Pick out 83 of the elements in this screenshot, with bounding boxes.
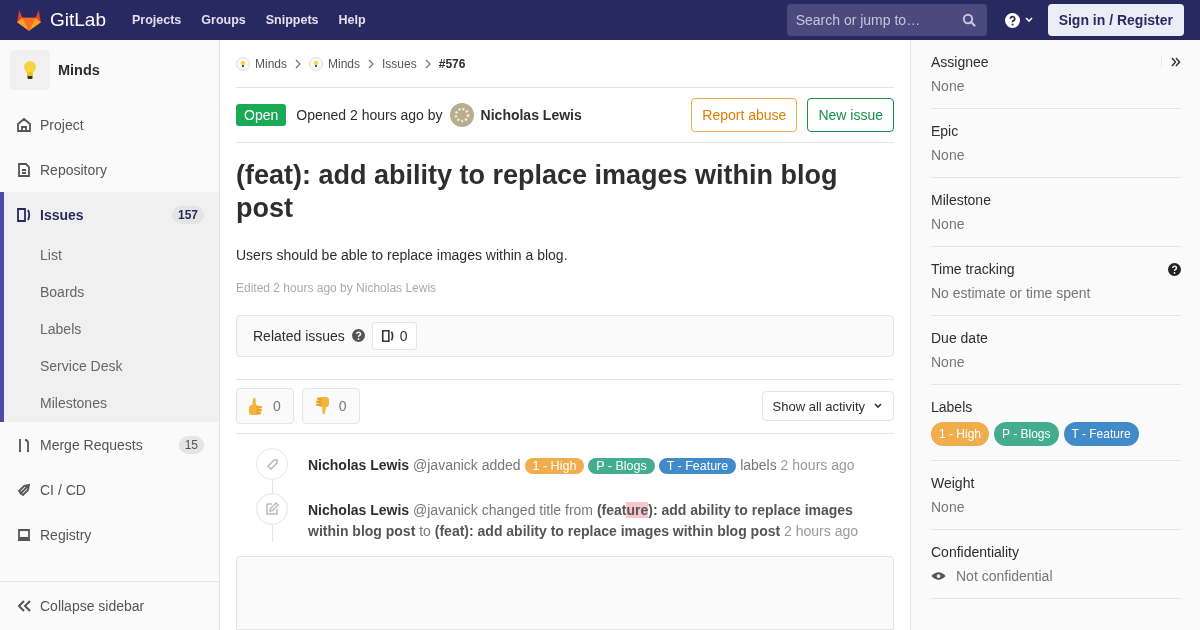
breadcrumb-link[interactable]: Minds [309, 56, 361, 71]
lightbulb-icon [309, 56, 323, 71]
registry-icon [16, 526, 32, 543]
sidebar-item[interactable]: CI / CD [0, 467, 219, 512]
block-title: Assignee [931, 54, 989, 70]
sidebar-subitem[interactable]: Service Desk [4, 348, 219, 385]
help-icon[interactable] [1168, 262, 1181, 276]
thumbs-up-icon [247, 396, 265, 417]
avatar-icon [449, 103, 474, 127]
label-tag[interactable]: T - Feature [1063, 422, 1139, 446]
caret-icon [873, 402, 883, 411]
sidebar-item[interactable]: Project [0, 102, 219, 147]
count-badge: 15 [178, 435, 204, 454]
breadcrumb-link[interactable]: Minds [236, 56, 287, 71]
block-title: Epic [931, 123, 959, 139]
brand-name[interactable]: GitLab [50, 9, 106, 31]
block-title: Due date [931, 330, 988, 346]
lightbulb-icon [236, 56, 250, 71]
block-title: Weight [931, 475, 975, 491]
chevron-right-icon [423, 58, 432, 69]
tag-icon [256, 447, 288, 480]
home-icon [16, 116, 32, 133]
related-issues-label: Related issues [253, 327, 345, 344]
activity-filter-dropdown[interactable]: Show all activity [761, 391, 894, 422]
block-title: Time tracking [931, 261, 1015, 277]
chevron-right-icon [367, 58, 376, 69]
pencil-icon [256, 492, 288, 525]
issue-title: (feat): add ability to replace images within blog post [236, 159, 839, 225]
block-value: None [931, 147, 965, 163]
nav-link[interactable]: Groups [201, 13, 246, 27]
block-title: Labels [931, 399, 973, 415]
collapse-sidebar-button[interactable]: Collapse sidebar [0, 581, 219, 630]
block-value: None [931, 354, 965, 370]
sidebar-subitem[interactable]: Milestones [4, 385, 219, 422]
expand-sidebar-button[interactable] [1161, 57, 1181, 67]
edited-text: Edited 2 hours ago by Nicholas Lewis [236, 280, 438, 295]
search-icon [961, 13, 976, 27]
block-title: Confidentiality [931, 544, 1019, 560]
nav-link[interactable]: Help [338, 13, 366, 27]
block-value: Not confidential [956, 568, 1053, 584]
block-value: None [931, 78, 965, 94]
status-badge: Open [236, 104, 287, 126]
issue-count-badge: 0 [371, 321, 417, 350]
double-chevron-right-icon [1171, 57, 1181, 67]
sign-in-button[interactable]: Sign in / Register [1047, 4, 1184, 36]
reaction-button[interactable]: 0 [301, 388, 360, 425]
nav-link[interactable]: Projects [132, 13, 182, 27]
caret-icon [1023, 16, 1034, 24]
issues-icon [16, 206, 32, 223]
fox-logo-icon[interactable] [16, 8, 42, 32]
sidebar-subitem[interactable]: Boards [4, 274, 219, 311]
nav-link[interactable]: Snippets [265, 13, 319, 27]
block-value: No estimate or time spent [931, 285, 1091, 301]
block-title: Milestone [931, 192, 991, 208]
project-name[interactable]: Minds [58, 62, 100, 78]
reaction-button[interactable]: 0 [236, 388, 294, 425]
sidebar-item[interactable]: Merge Requests 15 [0, 422, 219, 467]
sidebar-item[interactable]: Registry [0, 512, 219, 557]
lightbulb-icon [22, 60, 38, 80]
sidebar-item[interactable]: Issues 157 [4, 192, 219, 237]
author-link[interactable]: Nicholas Lewis [480, 107, 582, 123]
repo-icon [16, 161, 32, 178]
action-button[interactable]: New issue [807, 98, 894, 132]
sidebar-subitem[interactable]: List [4, 237, 219, 274]
help-icon[interactable] [351, 329, 365, 343]
help-icon [1004, 12, 1020, 28]
activity-note: Nicholas Lewis @javanick changed title from (feature): add ability to replace images within blog post to (feat): add ability to replace images within blog post 2 hours ago [308, 500, 859, 541]
help-dropdown[interactable] [1004, 12, 1034, 28]
count-badge: 157 [171, 205, 204, 224]
breadcrumb-link[interactable]: Issues [382, 56, 417, 71]
block-value: None [931, 216, 965, 232]
double-chevron-left-icon [16, 599, 32, 613]
issue-description: Users should be able to replace images within a blog. [236, 246, 569, 263]
chevron-right-icon [294, 58, 302, 69]
search-field[interactable]: Search or jump to… [786, 4, 987, 36]
sidebar-subitem[interactable]: Labels [4, 311, 219, 348]
eye-icon [931, 571, 946, 581]
opened-text: Opened 2 hours ago by [296, 107, 443, 123]
activity-note: Nicholas Lewis @javanick added 1 - High P - Blogs T - Feature labels 2 hours ago [308, 455, 855, 476]
breadcrumb-link[interactable]: #576 [438, 56, 466, 71]
sidebar-item[interactable]: Repository [0, 147, 219, 192]
block-value: None [931, 499, 965, 515]
issues-icon [380, 328, 395, 343]
